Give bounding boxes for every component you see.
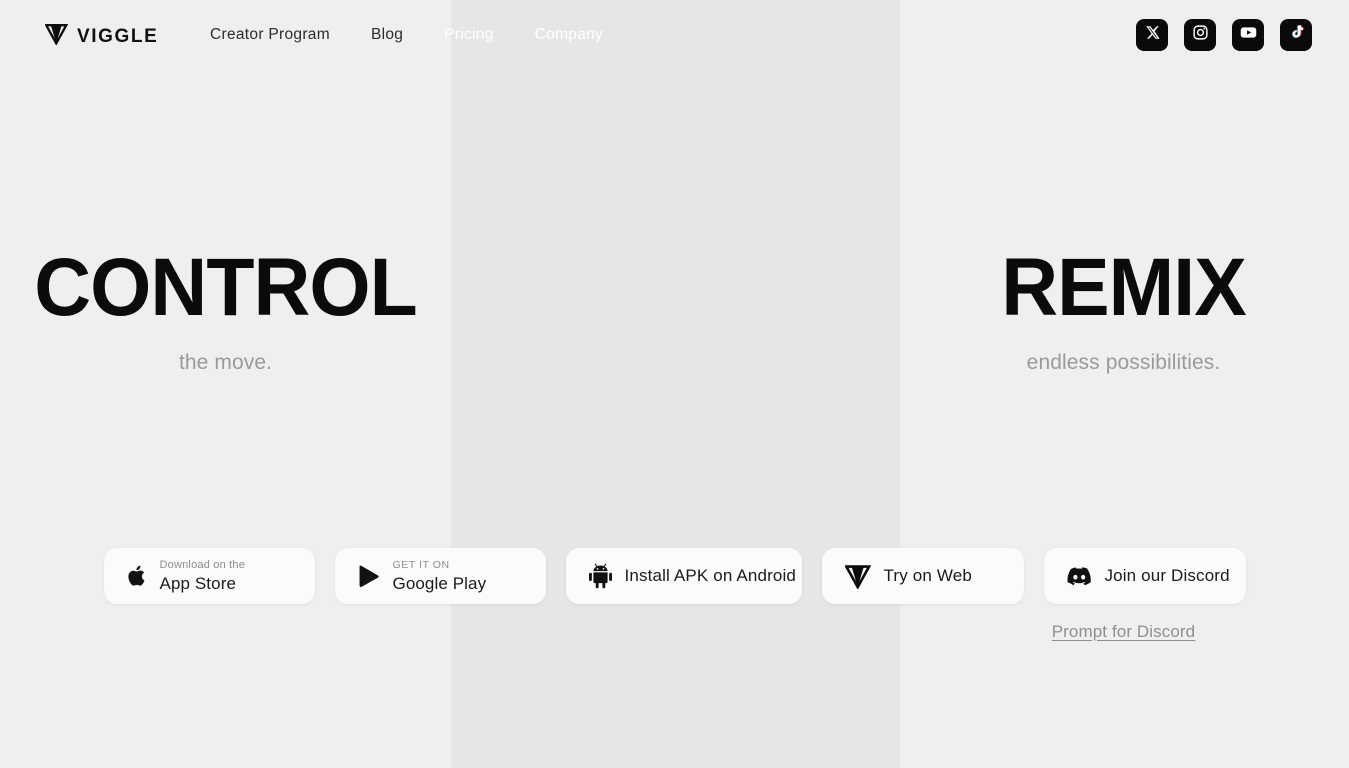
social-link-instagram[interactable] xyxy=(1184,19,1216,51)
nav-item-blog[interactable]: Blog xyxy=(371,24,403,46)
hero-right: REMIX endless possibilities. xyxy=(898,242,1349,376)
youtube-icon xyxy=(1239,23,1258,47)
prompt-for-discord-container: Prompt for Discord xyxy=(898,622,1349,642)
apple-icon xyxy=(127,564,147,588)
app-store-labels: Download on the App Store xyxy=(159,559,246,593)
try-on-web-button[interactable]: Try on Web xyxy=(821,548,1024,604)
background-panels xyxy=(0,0,1349,768)
hero-right-subtitle: endless possibilities. xyxy=(1026,351,1221,375)
google-play-small-label: GET IT ON xyxy=(392,559,450,572)
site-header: VIGGLE Creator Program Blog Pricing Comp… xyxy=(0,0,1349,70)
app-store-small-label: Download on the xyxy=(159,559,246,571)
google-play-labels: GET IT ON Google Play xyxy=(393,560,487,592)
install-apk-label: Install APK on Android xyxy=(624,566,797,585)
download-button-row: Download on the App Store GET IT ON Goog… xyxy=(0,548,1349,604)
nav-item-company[interactable]: Company xyxy=(535,24,603,46)
brand-logo[interactable]: VIGGLE xyxy=(44,23,159,50)
join-discord-label: Join our Discord xyxy=(1104,566,1230,585)
google-play-icon xyxy=(358,564,380,588)
join-discord-button[interactable]: Join our Discord xyxy=(1043,548,1246,604)
nav-item-pricing[interactable]: Pricing xyxy=(444,24,493,46)
app-store-big-label: App Store xyxy=(159,574,237,593)
nav-item-creator-program[interactable]: Creator Program xyxy=(210,24,330,46)
social-link-youtube[interactable] xyxy=(1232,19,1264,51)
instagram-icon xyxy=(1192,24,1209,46)
x-twitter-icon xyxy=(1145,25,1160,45)
hero-left-title: CONTROL xyxy=(34,242,417,333)
hero-right-title: REMIX xyxy=(1001,242,1246,333)
social-link-x[interactable] xyxy=(1136,19,1168,51)
background-panel-left xyxy=(0,0,451,768)
prompt-for-discord-link[interactable]: Prompt for Discord xyxy=(1052,622,1196,641)
social-links xyxy=(1136,19,1312,51)
hero-left: CONTROL the move. xyxy=(0,242,451,376)
background-panel-right xyxy=(900,0,1349,768)
main-nav: Creator Program Blog Pricing Company xyxy=(210,24,603,46)
background-panel-center xyxy=(451,0,900,768)
social-link-tiktok[interactable] xyxy=(1280,19,1312,51)
google-play-big-label: Google Play xyxy=(392,573,487,593)
google-play-button[interactable]: GET IT ON Google Play xyxy=(334,548,546,604)
tiktok-icon xyxy=(1288,24,1304,46)
app-store-button[interactable]: Download on the App Store xyxy=(103,548,315,604)
viggle-v-logo-icon xyxy=(844,564,871,589)
brand-name: VIGGLE xyxy=(77,26,159,47)
discord-icon xyxy=(1066,566,1092,586)
install-apk-button[interactable]: Install APK on Android xyxy=(565,548,802,604)
hero-left-subtitle: the move. xyxy=(178,351,273,375)
try-on-web-label: Try on Web xyxy=(883,566,972,585)
android-robot-icon xyxy=(588,563,612,589)
viggle-v-logo-icon xyxy=(44,23,69,50)
